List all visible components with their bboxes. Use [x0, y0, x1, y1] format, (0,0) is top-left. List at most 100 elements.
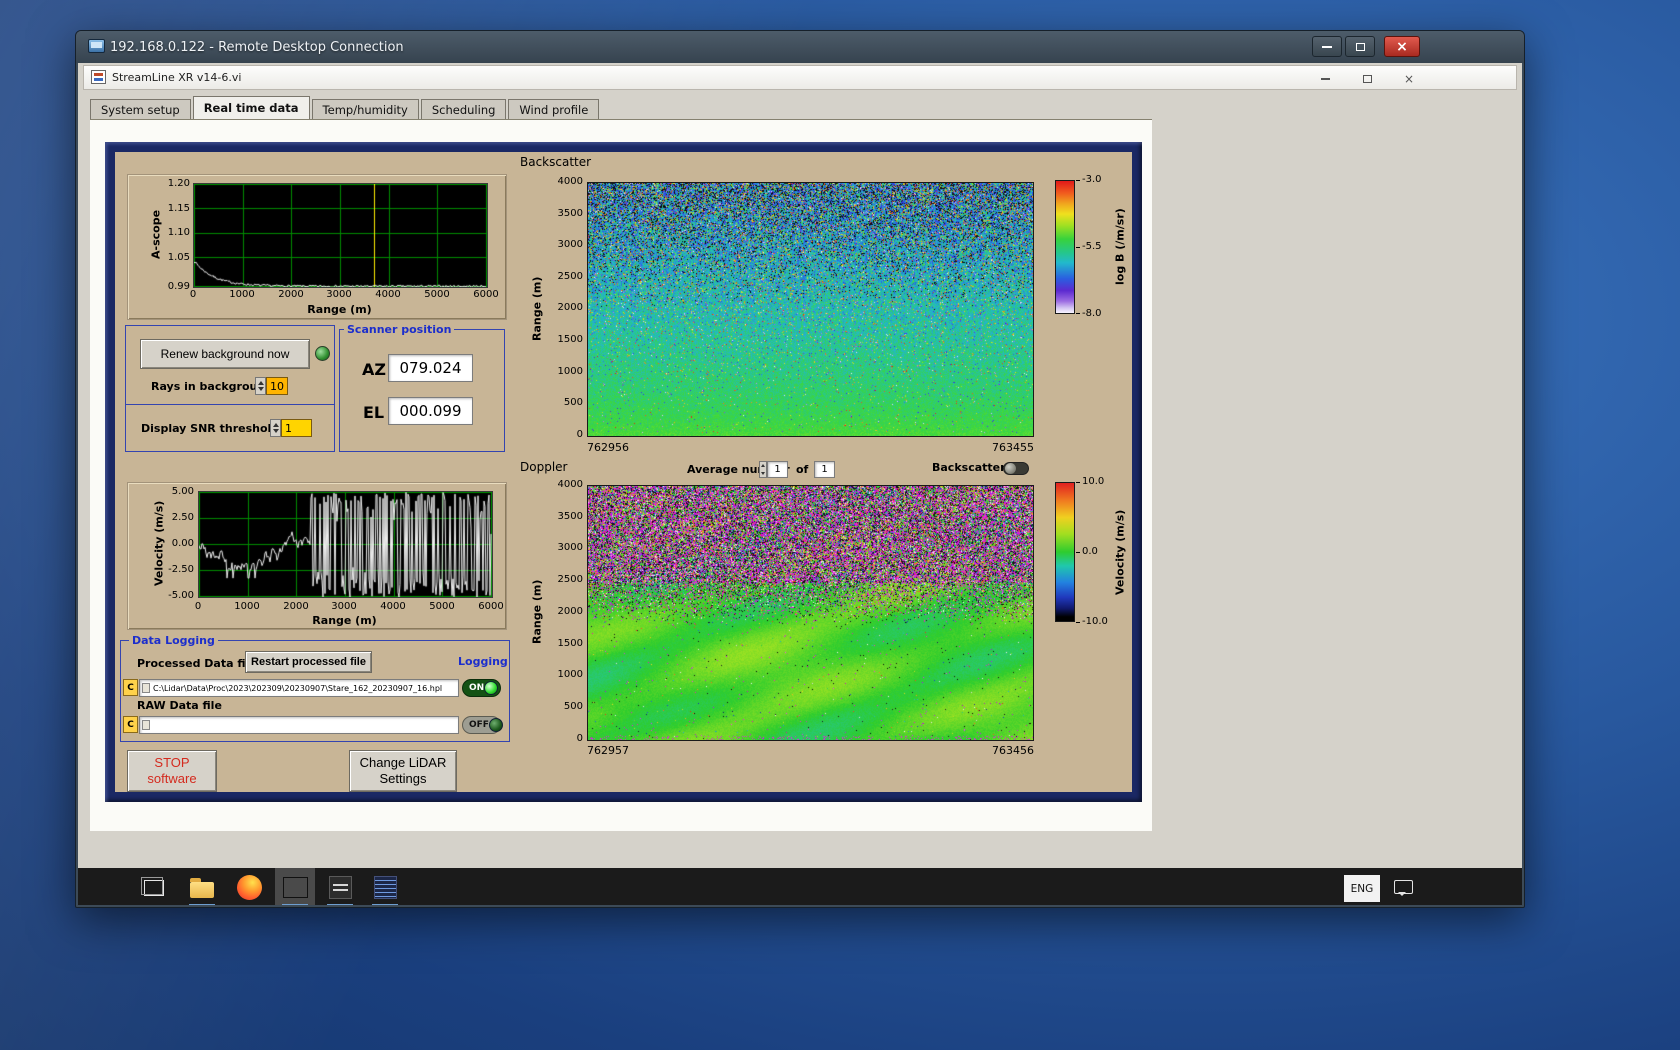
dop-ytick: 3500	[557, 511, 583, 522]
dop-x-axis: 762957 763456	[587, 744, 1034, 757]
backscatter-y-axis-label: Range (m)	[530, 276, 544, 341]
dop-ytick: 2000	[557, 606, 583, 617]
raw-logging-toggle[interactable]: OFF	[462, 716, 503, 734]
task-view-button[interactable]	[134, 868, 174, 905]
app-title: StreamLine XR v14-6.vi	[112, 71, 242, 84]
task-view-icon	[141, 876, 164, 896]
bs-ytick: 3500	[557, 208, 583, 219]
toggle-knob-icon	[484, 681, 499, 695]
slider-knob-icon	[1005, 463, 1016, 474]
dop-ytick: 4000	[557, 479, 583, 490]
rdp-minimize-button[interactable]	[1312, 36, 1342, 57]
scan-scheduler-button[interactable]	[320, 868, 360, 905]
bs-ytick: 4000	[557, 176, 583, 187]
front-panel: A-scope 1.20 1.15 1.10 1.05 0.99 0 1000 …	[90, 119, 1152, 831]
scan-scheduler-icon	[328, 876, 352, 899]
rays-value: 10	[270, 379, 284, 393]
notification-chat-icon[interactable]	[1394, 880, 1413, 896]
doppler-y-axis-label: Range (m)	[530, 579, 544, 645]
app-window-controls: ×	[1319, 72, 1415, 86]
ascope-plot: A-scope 1.20 1.15 1.10 1.05 0.99 0 1000 …	[127, 174, 507, 320]
average-value: 1	[774, 464, 781, 475]
off-label: OFF	[469, 720, 489, 730]
velocity-x-axis-label: Range (m)	[312, 614, 377, 627]
bs-cbtick-label: -3.0	[1082, 174, 1102, 185]
dop-cbtick-label: 10.0	[1082, 476, 1105, 487]
backscatter-display-toggle[interactable]	[1003, 462, 1029, 475]
az-field[interactable]: 079.024	[388, 354, 473, 382]
processed-data-file-field[interactable]: C:\Lidar\Data\Proc\2023\202309\20230907\…	[139, 679, 459, 697]
firefox-icon	[236, 875, 262, 900]
renew-background-button[interactable]: Renew background now	[140, 339, 310, 369]
change-lidar-settings-button[interactable]: Change LiDAR Settings	[349, 750, 457, 792]
bs-x-start: 762956	[587, 441, 629, 454]
log-app-button[interactable]	[365, 868, 405, 905]
velocity-plot-area	[198, 491, 493, 598]
el-label: EL	[363, 403, 385, 422]
tab-real-time-data[interactable]: Real time data	[192, 96, 310, 119]
rdp-window-controls: ×	[1312, 36, 1420, 57]
rdp-maximize-button[interactable]	[1345, 36, 1375, 57]
maximize-icon	[1355, 42, 1365, 51]
dop-ytick: 2500	[557, 574, 583, 585]
snr-spinner[interactable]	[270, 419, 281, 437]
processed-data-file-label: Processed Data file	[137, 657, 257, 670]
app-maximize-button[interactable]	[1361, 74, 1373, 84]
rdp-titlebar[interactable]: 192.168.0.122 - Remote Desktop Connectio…	[76, 31, 1524, 63]
tab-temp-humidity[interactable]: Temp/humidity	[311, 99, 419, 119]
stop-software-button[interactable]: STOP software	[127, 750, 217, 792]
velocity-plot: Velocity (m/s) 5.00 2.50 0.00 -2.50 -5.0…	[127, 482, 507, 630]
main-panel: A-scope 1.20 1.15 1.10 1.05 0.99 0 1000 …	[115, 152, 1132, 792]
velocity-xtick: 6000	[478, 601, 504, 612]
settings-line2: Settings	[379, 771, 427, 786]
firefox-button[interactable]	[229, 868, 269, 905]
tab-scheduling[interactable]: Scheduling	[420, 99, 507, 119]
el-field[interactable]: 000.099	[388, 397, 473, 425]
bs-ytick: 1000	[557, 366, 583, 377]
processed-drive-box[interactable]: C	[123, 679, 138, 696]
cb-tick	[1076, 482, 1080, 483]
active-app-indicator	[282, 904, 308, 905]
average-number-field[interactable]: 1	[767, 461, 788, 478]
file-icon	[142, 720, 150, 730]
average-of-field[interactable]: 1	[814, 461, 835, 478]
snr-group: Display SNR threshold 1	[125, 404, 335, 452]
file-explorer-button[interactable]	[182, 868, 222, 905]
app-titlebar[interactable]: StreamLine XR v14-6.vi ×	[83, 65, 1517, 90]
backscatter-toggle-label: Backscatter	[932, 461, 1006, 474]
backscatter-heatmap	[587, 182, 1034, 437]
tab-wind-profile[interactable]: Wind profile	[508, 99, 600, 119]
average-spinner[interactable]	[759, 461, 767, 478]
language-indicator[interactable]: ENG	[1344, 875, 1380, 902]
bs-ytick: 500	[563, 397, 583, 408]
dop-ytick: 3000	[557, 542, 583, 553]
rays-in-background-field[interactable]: 10	[266, 377, 288, 395]
close-icon: ×	[1396, 38, 1408, 55]
cb-tick	[1076, 247, 1080, 248]
cb-tick	[1076, 552, 1080, 553]
main-panel-frame: A-scope 1.20 1.15 1.10 1.05 0.99 0 1000 …	[105, 142, 1142, 802]
restart-processed-file-button[interactable]: Restart processed file	[245, 651, 372, 673]
bs-x-axis: 762956 763455	[587, 441, 1034, 454]
minimize-icon	[1322, 45, 1332, 48]
snr-threshold-field[interactable]: 1	[281, 419, 312, 437]
bs-ytick: 3000	[557, 239, 583, 250]
app-close-button[interactable]: ×	[1403, 72, 1415, 86]
data-logging-group: Data Logging Processed Data file Restart…	[120, 634, 510, 742]
app-minimize-button[interactable]	[1319, 74, 1331, 84]
rays-spinner[interactable]	[255, 377, 266, 395]
processed-logging-toggle[interactable]: ON	[462, 679, 501, 697]
raw-drive-box[interactable]: C	[123, 716, 138, 733]
tab-system-setup[interactable]: System setup	[90, 99, 191, 119]
streamline-app-button[interactable]	[275, 868, 315, 905]
rdp-close-button[interactable]: ×	[1384, 36, 1420, 57]
raw-data-file-field[interactable]	[139, 716, 459, 734]
renew-status-led	[315, 346, 330, 361]
stop-line1: STOP	[154, 755, 190, 770]
ascope-xtick: 4000	[375, 289, 401, 300]
doppler-heatmap	[587, 485, 1034, 741]
raw-data-file-label: RAW Data file	[137, 699, 222, 712]
doppler-colorbar	[1055, 482, 1075, 622]
cb-tick	[1076, 313, 1080, 314]
dop-ytick: 0	[576, 733, 583, 744]
